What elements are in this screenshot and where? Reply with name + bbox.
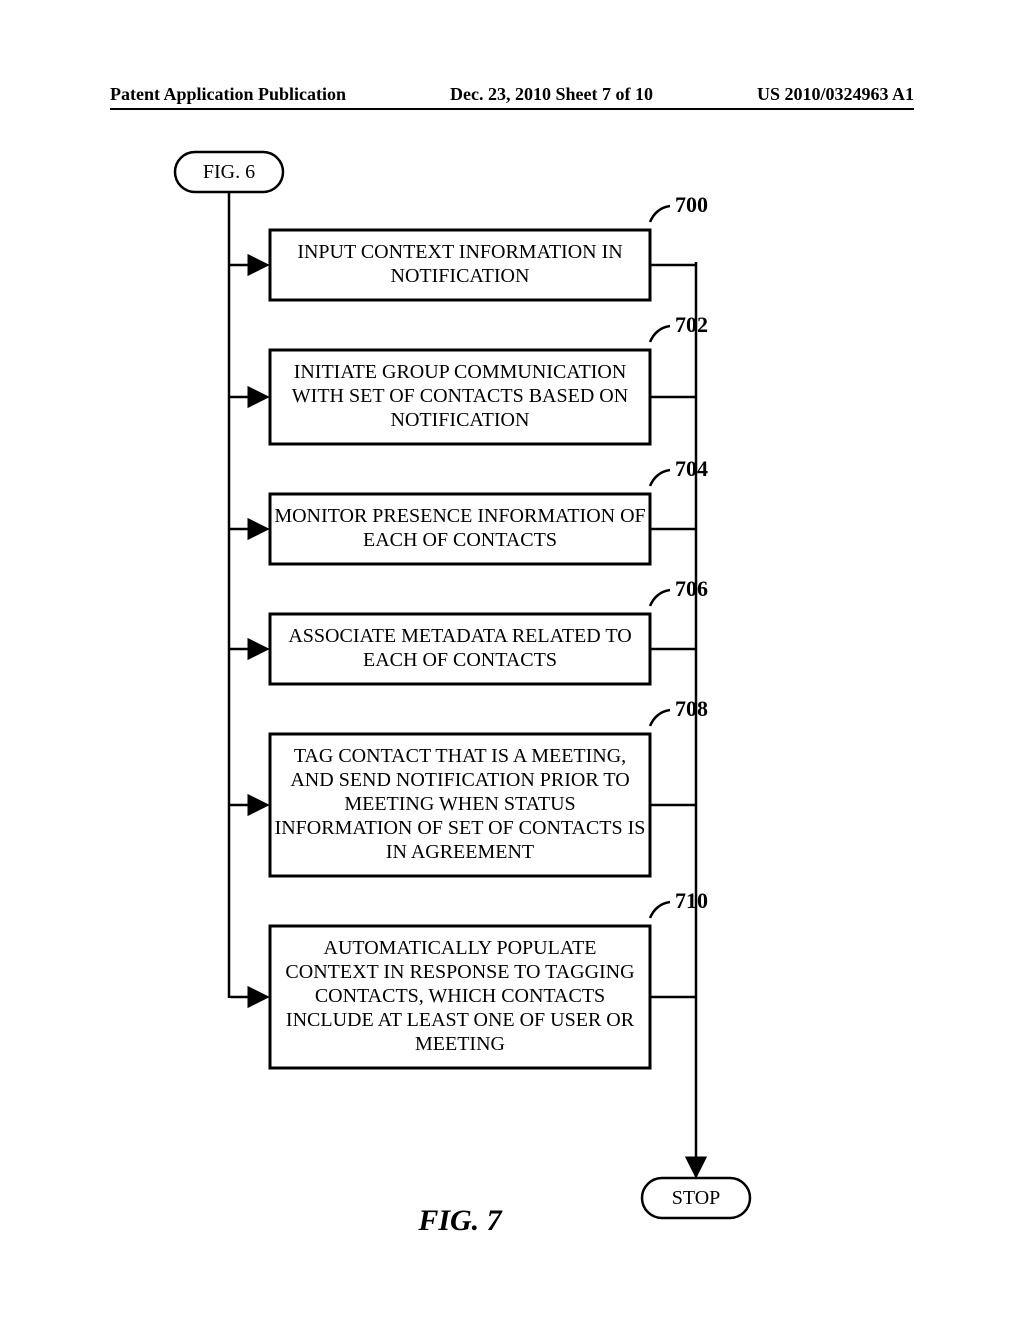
header-rule — [110, 108, 914, 110]
step-708-line-2: MEETING WHEN STATUS — [344, 793, 575, 815]
step-708-line-3: INFORMATION OF SET OF CONTACTS IS — [275, 817, 646, 839]
ref-702: 702 — [675, 312, 708, 337]
step-708-line-0: TAG CONTACT THAT IS A MEETING, — [294, 745, 626, 767]
step-710-line-4: MEETING — [415, 1033, 505, 1055]
ref-708: 708 — [675, 696, 708, 721]
step-706: 706 ASSOCIATE METADATA RELATED TO EACH O… — [229, 576, 708, 684]
step-710-line-1: CONTEXT IN RESPONSE TO TAGGING — [285, 961, 634, 983]
ref-706: 706 — [675, 576, 708, 601]
figure-caption: FIG. 7 — [417, 1204, 502, 1237]
header-left: Patent Application Publication — [110, 84, 346, 105]
step-702-line-0: INITIATE GROUP COMMUNICATION — [294, 361, 627, 383]
ref-704: 704 — [675, 456, 708, 481]
terminator-stop: STOP — [642, 1178, 750, 1218]
connector-fig6: FIG. 6 — [175, 152, 283, 192]
step-708-line-4: IN AGREEMENT — [386, 841, 534, 863]
flowchart-svg: FIG. 6 700 INPUT CONTEXT INFORMATION IN … — [110, 150, 914, 1260]
step-706-line-0: ASSOCIATE METADATA RELATED TO — [288, 625, 631, 647]
step-710-line-0: AUTOMATICALLY POPULATE — [324, 937, 597, 959]
step-702-line-1: WITH SET OF CONTACTS BASED ON — [292, 385, 628, 407]
step-710-line-2: CONTACTS, WHICH CONTACTS — [315, 985, 605, 1007]
step-700-line-1: NOTIFICATION — [391, 265, 530, 287]
step-708: 708 TAG CONTACT THAT IS A MEETING, AND S… — [229, 696, 708, 876]
connector-fig6-label: FIG. 6 — [203, 161, 255, 183]
header-right: US 2010/0324963 A1 — [757, 84, 914, 105]
step-700: 700 INPUT CONTEXT INFORMATION IN NOTIFIC… — [229, 192, 708, 300]
terminator-stop-label: STOP — [672, 1187, 721, 1209]
step-710: 710 AUTOMATICALLY POPULATE CONTEXT IN RE… — [229, 888, 708, 1068]
step-704: 704 MONITOR PRESENCE INFORMATION OF EACH… — [229, 456, 708, 564]
ref-710: 710 — [675, 888, 708, 913]
step-702: 702 INITIATE GROUP COMMUNICATION WITH SE… — [229, 312, 708, 444]
page-header: Patent Application Publication Dec. 23, … — [0, 84, 1024, 105]
step-706-line-1: EACH OF CONTACTS — [363, 649, 557, 671]
step-710-line-3: INCLUDE AT LEAST ONE OF USER OR — [286, 1009, 635, 1031]
step-708-line-1: AND SEND NOTIFICATION PRIOR TO — [290, 769, 629, 791]
flowchart-diagram: FIG. 6 700 INPUT CONTEXT INFORMATION IN … — [110, 150, 914, 1260]
header-center: Dec. 23, 2010 Sheet 7 of 10 — [450, 84, 653, 105]
step-704-line-1: EACH OF CONTACTS — [363, 529, 557, 551]
step-700-line-0: INPUT CONTEXT INFORMATION IN — [297, 241, 622, 263]
step-702-line-2: NOTIFICATION — [391, 409, 530, 431]
ref-700: 700 — [675, 192, 708, 217]
step-704-line-0: MONITOR PRESENCE INFORMATION OF — [274, 505, 645, 527]
